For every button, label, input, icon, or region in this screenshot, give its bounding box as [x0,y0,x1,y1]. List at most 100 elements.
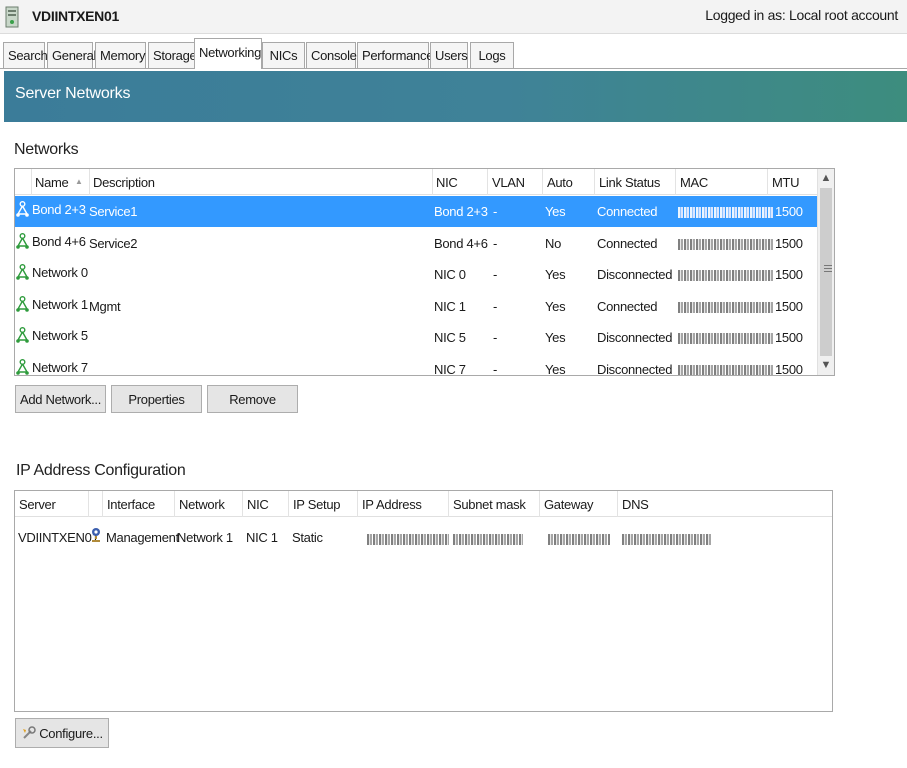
network-link-status: Disconnected [597,330,673,345]
col-nic[interactable]: NIC [243,491,289,517]
network-mtu: 1500 [775,330,803,345]
col-nic[interactable]: NIC [432,169,488,195]
col-gateway[interactable]: Gateway [540,491,618,517]
network-auto: Yes [545,330,566,345]
network-name-label: Network 7 [32,359,88,375]
tab-storage[interactable]: Storage [148,42,197,68]
networks-scrollbar[interactable]: ▲ ▼ [817,169,834,375]
network-mtu: 1500 [775,235,803,251]
network-description: Service2 [89,235,138,251]
col-vlan[interactable]: VLAN [488,169,543,195]
configure-label: Configure... [39,726,103,741]
tab-memory[interactable]: Memory [95,42,146,68]
network-nic: NIC 0 [434,267,466,282]
tab-search[interactable]: Search [3,42,48,68]
network-row[interactable]: Bond 4+6 Service2 Bond 4+6- No Connected 1500 [15,228,818,259]
remove-button[interactable]: Remove [207,385,298,413]
network-name: Network 5 [16,327,88,344]
sort-ascending-icon: ▲ [75,177,83,186]
server-icon [5,6,19,28]
tab-logs[interactable]: Logs [470,42,514,68]
page-banner: Server Networks [4,71,907,122]
tab-users[interactable]: Users [430,42,468,68]
subnet-mask-redacted [453,533,523,548]
add-network-button[interactable]: Add Network... [15,385,106,413]
col-name-label: Name [35,175,69,190]
tab-general[interactable]: General [47,42,96,68]
network-vlan: - [493,267,498,282]
ip-config-row[interactable]: VDIINTXEN01 Management Network 1 NIC 1 Stati… [15,523,832,554]
network-name: Network 7 [16,358,88,376]
network-icon [16,264,29,280]
network-auto: Yes [545,204,566,219]
col-interface[interactable]: Interface [103,491,175,517]
icon-column-header [89,491,103,517]
network-row[interactable]: Network 0 NIC 0 - Yes Disconnected 1500 [15,259,818,290]
col-name[interactable]: Name ▲ [32,169,90,195]
networks-list[interactable]: Name ▲ Description NIC VLAN Auto Link St… [14,168,835,376]
network-mtu: 1500 [775,204,803,219]
col-auto[interactable]: Auto [543,169,595,195]
network-vlan: - [493,235,498,251]
ip-server: VDIINTXEN01 [18,530,99,545]
network-row[interactable]: Network 5 NIC 5 - Yes Disconnected 1500 [15,322,818,353]
page-title: Server Networks [15,85,131,102]
network-name: Bond 4+6 [16,232,86,250]
scroll-down-icon[interactable]: ▼ [818,357,834,374]
ip-config-header: Server Interface Network NIC IP Setup IP… [15,491,832,517]
network-row[interactable]: Network 7 NIC 7 - Yes Disconnected 1500 [15,354,818,376]
network-name-label: Bond 2+3 [32,202,86,218]
network-link-status: Disconnected [597,361,673,376]
col-dns[interactable]: DNS [618,491,832,517]
col-network[interactable]: Network [175,491,243,517]
network-vlan: - [493,361,498,376]
network-icon [16,327,29,343]
configure-button[interactable]: Configure... [15,718,109,748]
network-name-label: Network 5 [32,328,88,344]
network-row[interactable]: Network 1 Mgmt NIC 1 - Yes Connected 1500 [15,291,818,322]
network-mtu: 1500 [775,361,803,376]
networks-header: Name ▲ Description NIC VLAN Auto Link St… [15,169,818,195]
network-description: Service1 [89,204,138,219]
col-link-status[interactable]: Link Status [595,169,676,195]
network-icon [16,295,29,312]
col-mtu[interactable]: MTU [768,169,818,195]
col-mac[interactable]: MAC [676,169,768,195]
network-mtu: 1500 [775,267,803,282]
scrollbar-thumb[interactable] [820,188,832,356]
ip-config-list[interactable]: Server Interface Network NIC IP Setup IP… [14,490,833,712]
network-nic: NIC 1 [434,298,466,314]
network-nic: Bond 4+6 [434,235,488,251]
network-row[interactable]: Bond 2+3 Service1 Bond 2+3- Yes Connected 150… [15,196,818,227]
col-server[interactable]: Server [15,491,89,517]
network-name: Bond 2+3 [16,201,86,218]
network-link-status: Connected [597,235,658,251]
tab-nics[interactable]: NICs [262,42,305,68]
tab-console[interactable]: Console [306,42,357,68]
networks-title: Networks [14,141,79,158]
ip-nic: NIC 1 [246,530,278,545]
col-ip-setup[interactable]: IP Setup [289,491,358,517]
scroll-up-icon[interactable]: ▲ [818,170,834,187]
ip-ip-setup: Static [292,530,323,545]
properties-button[interactable]: Properties [111,385,202,413]
network-mac-redacted [678,206,773,221]
col-ip-address[interactable]: IP Address [358,491,449,517]
tab-networking[interactable]: Networking [194,38,262,69]
ip-config-title: IP Address Configuration [16,462,186,479]
gateway-redacted [548,533,610,548]
title-bar: VDIINTXEN01 Logged in as: Local root acc… [0,0,907,34]
network-link-status: Disconnected [597,267,673,282]
col-description[interactable]: Description [89,169,433,195]
network-mtu: 1500 [775,298,803,314]
tab-performance[interactable]: Performance [357,42,433,68]
icon-column-header [15,169,32,195]
ip-interface: Management [106,530,179,545]
network-name: Network 0 [16,264,88,281]
col-subnet-mask[interactable]: Subnet mask [449,491,540,517]
ip-address-redacted [367,533,449,548]
network-description: Mgmt [89,298,121,314]
management-interface-icon [89,527,103,546]
network-nic: NIC 5 [434,330,466,345]
network-auto: Yes [545,267,566,282]
